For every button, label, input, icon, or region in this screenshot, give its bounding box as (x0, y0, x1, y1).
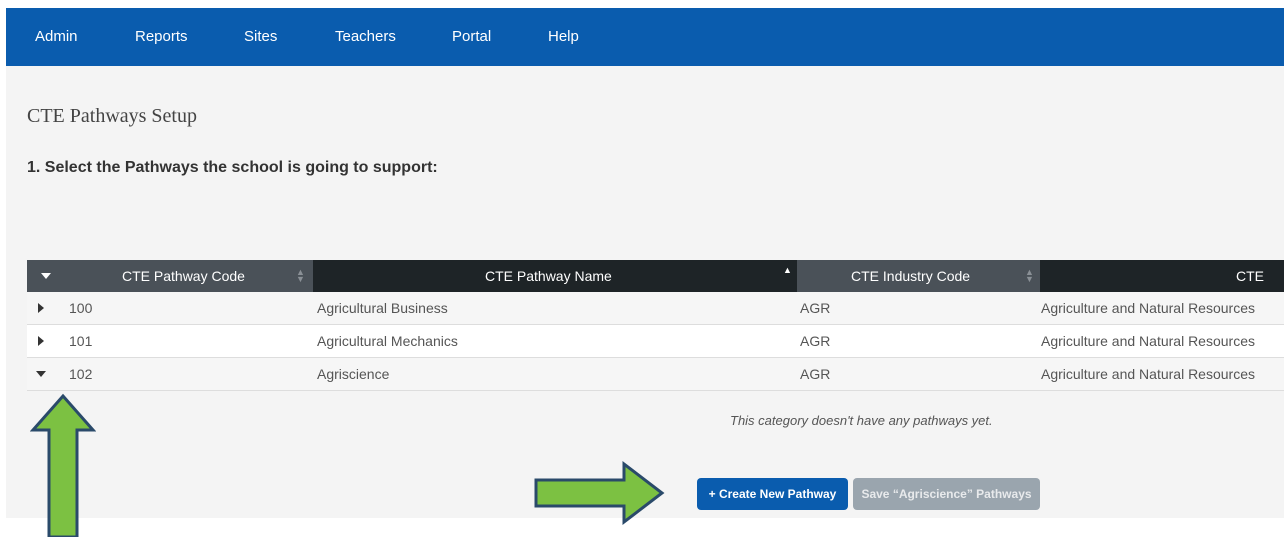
cell-industry: Agriculture and Natural Resources (1041, 366, 1255, 382)
table-header: CTE Pathway Code ▲ ▼ CTE Pathway Name ▲ C… (27, 260, 1284, 292)
cell-industry: Agriculture and Natural Resources (1041, 300, 1255, 316)
collapse-row-icon[interactable] (36, 371, 46, 377)
sort-icon[interactable]: ▲ ▼ (296, 268, 305, 284)
empty-category-message: This category doesn't have any pathways … (730, 413, 993, 428)
cell-industry: Agriculture and Natural Resources (1041, 333, 1255, 349)
cell-code: 102 (69, 366, 93, 382)
cell-name: Agricultural Business (317, 300, 448, 316)
column-label: CTE Industry Code (851, 268, 971, 284)
sort-icon[interactable]: ▲ ▼ (1025, 268, 1034, 284)
column-label: CTE Pathway Name (485, 268, 612, 284)
cell-industry-code: AGR (800, 333, 831, 349)
create-new-pathway-button[interactable]: + Create New Pathway (697, 478, 848, 510)
top-navbar: Admin Reports Sites Teachers Portal Help (6, 8, 1284, 66)
right-arrow-annotation (534, 460, 665, 526)
nav-portal[interactable]: Portal (452, 28, 491, 45)
cell-industry-code: AGR (800, 300, 831, 316)
right-arrow-shape (534, 460, 665, 526)
column-label: CTE Pathway Code (122, 268, 245, 284)
expand-row-icon[interactable] (38, 336, 44, 346)
instruction-text: 1. Select the Pathways the school is goi… (27, 159, 438, 176)
cell-industry-code: AGR (800, 366, 831, 382)
table-row[interactable]: 102 Agriscience AGR Agriculture and Natu… (27, 358, 1284, 391)
table-row[interactable]: 101 Agricultural Mechanics AGR Agricultu… (27, 325, 1284, 358)
nav-help[interactable]: Help (548, 28, 579, 45)
cell-code: 101 (69, 333, 93, 349)
expand-row-icon[interactable] (38, 303, 44, 313)
up-arrow-shape (30, 393, 96, 537)
sort-ascending-icon[interactable]: ▲ (783, 266, 792, 275)
column-header-pathway-code[interactable]: CTE Pathway Code ▲ ▼ (69, 260, 313, 292)
save-pathways-button: Save “Agriscience” Pathways (853, 478, 1040, 510)
page-title: CTE Pathways Setup (27, 105, 197, 127)
column-label: CTE Ind (1236, 268, 1264, 284)
nav-sites[interactable]: Sites (244, 28, 277, 45)
nav-reports[interactable]: Reports (135, 28, 188, 45)
cell-name: Agricultural Mechanics (317, 333, 458, 349)
cell-name: Agriscience (317, 366, 390, 382)
column-header-industry[interactable]: CTE Ind (1040, 260, 1284, 292)
collapse-all-icon[interactable] (41, 273, 51, 279)
pathways-table: CTE Pathway Code ▲ ▼ CTE Pathway Name ▲ C… (27, 260, 1284, 391)
nav-teachers[interactable]: Teachers (335, 28, 396, 45)
up-arrow-annotation (30, 393, 96, 537)
cell-code: 100 (69, 300, 93, 316)
column-header-pathway-name[interactable]: CTE Pathway Name ▲ (313, 260, 797, 292)
nav-admin[interactable]: Admin (35, 28, 78, 45)
column-header-industry-code[interactable]: CTE Industry Code ▲ ▼ (797, 260, 1040, 292)
expand-all-column[interactable] (27, 260, 69, 292)
table-row[interactable]: 100 Agricultural Business AGR Agricultur… (27, 292, 1284, 325)
